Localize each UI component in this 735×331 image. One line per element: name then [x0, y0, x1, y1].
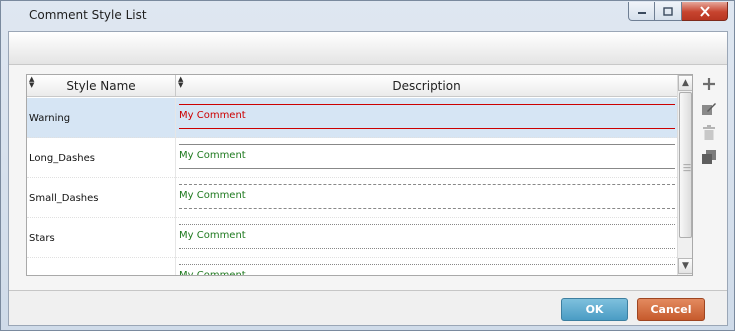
grid-rows: Warning My Comment Long_Dashes My Comment Sm…: [27, 98, 677, 276]
add-style-button[interactable]: [699, 74, 719, 94]
preview-line-top: [179, 224, 675, 225]
table-row[interactable]: Long_Dashes My Comment: [27, 138, 677, 178]
chevron-down-icon: ▼: [682, 261, 689, 271]
comment-preview-text: My Comment: [179, 270, 246, 276]
preview-line-top: [179, 144, 675, 145]
preview-line-bottom: [179, 128, 675, 129]
preview-line-bottom: [179, 168, 675, 169]
add-icon: [703, 78, 715, 90]
delete-icon: [703, 125, 715, 140]
toolbar-strip: [9, 32, 727, 65]
preview-line-top: [179, 264, 675, 265]
grid-header: ▲ ▼ Style Name ▲ ▼ Description: [27, 75, 677, 97]
edit-style-button[interactable]: [699, 98, 719, 118]
dialog-window: Comment Style List ▲ ▼ Style Name ▲ ▼ Desc…: [0, 0, 735, 331]
table-row[interactable]: Stars My Comment: [27, 218, 677, 258]
dialog-footer: OK Cancel: [9, 290, 727, 325]
maximize-icon: [663, 6, 673, 16]
table-row[interactable]: My Comment: [27, 258, 677, 276]
column-header-label: Description: [392, 79, 461, 93]
scroll-thumb[interactable]: — — —: [679, 92, 692, 238]
style-name-cell: Stars: [27, 218, 176, 258]
copy-icon: [702, 150, 716, 164]
minimize-icon: [637, 12, 646, 14]
window-title: Comment Style List: [29, 8, 147, 22]
preview-line-bottom: [179, 248, 675, 249]
comment-style-grid: ▲ ▼ Style Name ▲ ▼ Description Warning My C…: [26, 74, 693, 276]
style-name-cell: [27, 258, 176, 275]
description-cell: My Comment: [177, 178, 677, 218]
column-header-label: Style Name: [66, 79, 136, 93]
comment-preview-text: My Comment: [179, 230, 246, 241]
copy-style-button[interactable]: [699, 147, 719, 167]
maximize-button[interactable]: [655, 2, 682, 21]
style-name-cell: Small_Dashes: [27, 178, 176, 218]
table-row[interactable]: Small_Dashes My Comment: [27, 178, 677, 218]
dialog-body: ▲ ▼ Style Name ▲ ▼ Description Warning My C…: [8, 31, 728, 326]
vertical-scrollbar[interactable]: ▲ — — — ▼: [677, 75, 692, 275]
comment-preview-text: My Comment: [179, 110, 246, 121]
close-button[interactable]: [682, 2, 728, 21]
comment-preview-text: My Comment: [179, 190, 246, 201]
comment-preview-text: My Comment: [179, 150, 246, 161]
description-cell: My Comment: [177, 138, 677, 178]
chevron-up-icon: ▲: [682, 78, 689, 88]
description-cell: My Comment: [177, 258, 677, 276]
ok-button[interactable]: OK: [561, 298, 628, 321]
preview-line-top: [179, 184, 675, 185]
sort-icon: ▲ ▼: [29, 75, 35, 89]
grip-icon: — — —: [683, 160, 691, 175]
edit-icon: [702, 103, 716, 115]
table-row[interactable]: Warning My Comment: [27, 98, 677, 138]
cancel-button[interactable]: Cancel: [637, 298, 705, 321]
column-header-style-name[interactable]: ▲ ▼ Style Name: [27, 75, 176, 97]
minimize-button[interactable]: [628, 2, 655, 21]
preview-line-bottom: [179, 208, 675, 209]
column-header-description[interactable]: ▲ ▼ Description: [176, 75, 677, 97]
title-bar[interactable]: Comment Style List: [1, 1, 734, 31]
style-name-cell: Warning: [27, 98, 176, 138]
description-cell: My Comment: [177, 98, 677, 138]
close-icon: [699, 5, 710, 17]
sort-icon: ▲ ▼: [178, 75, 184, 89]
description-cell: My Comment: [177, 218, 677, 258]
scroll-down-button[interactable]: ▼: [678, 258, 692, 274]
style-name-cell: Long_Dashes: [27, 138, 176, 178]
delete-style-button[interactable]: [699, 123, 719, 143]
scroll-up-button[interactable]: ▲: [678, 75, 692, 91]
preview-line-top: [179, 104, 675, 105]
